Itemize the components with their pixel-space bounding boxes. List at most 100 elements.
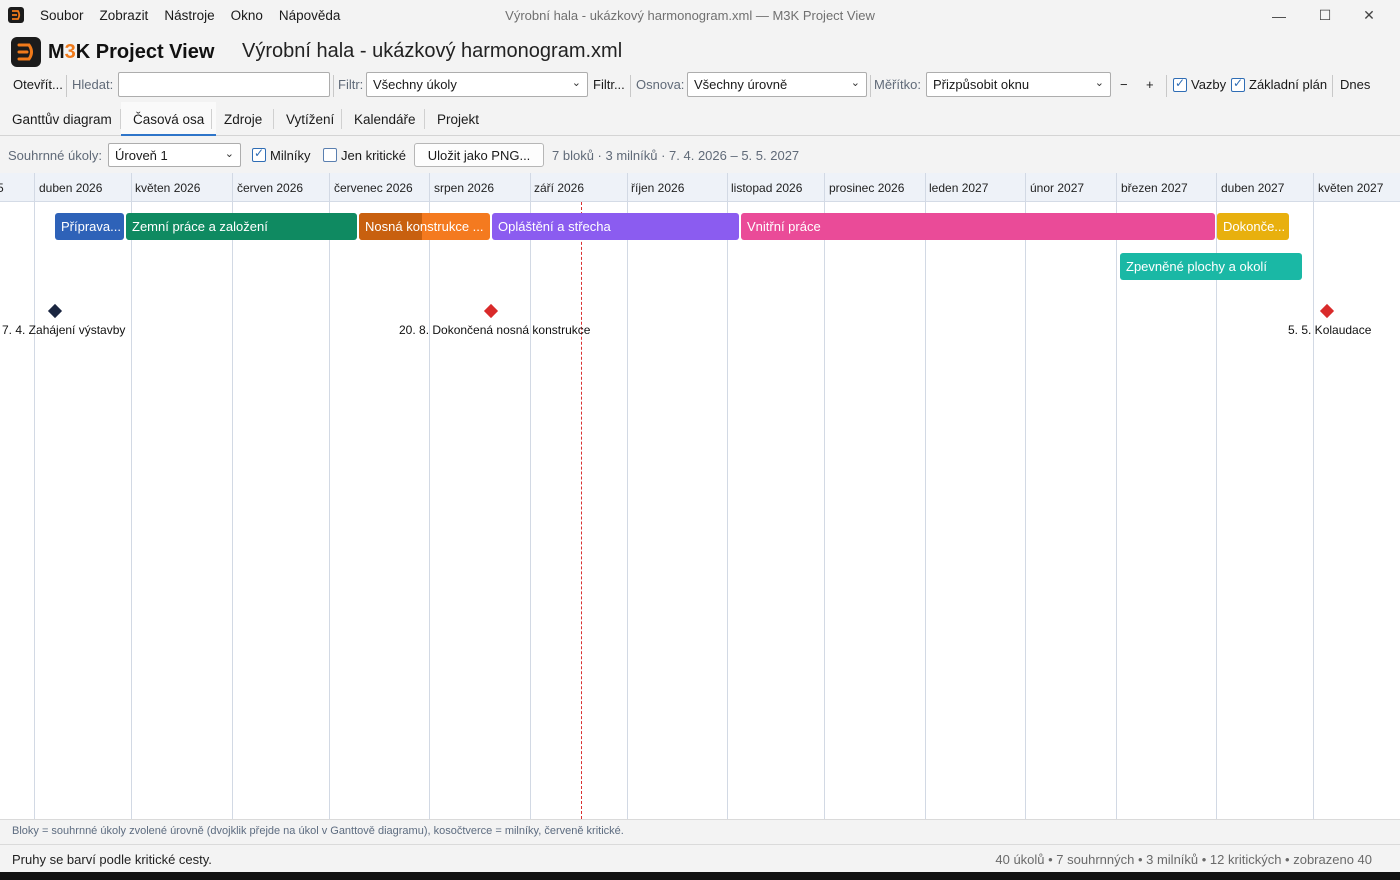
month-header: 5 duben 2026 květen 2026 červen 2026 čer… <box>0 173 1400 202</box>
file-title: Výrobní hala - ukázkový harmonogram.xml <box>242 40 623 62</box>
tab-gantt[interactable]: Ganttův diagram <box>0 102 124 136</box>
toolbar-divider <box>870 75 871 97</box>
status-counts: 40 úkolů • 7 souhrnných • 3 milníků • 12… <box>995 852 1372 867</box>
summary-block-zpevnene-plochy[interactable]: Zpevněné plochy a okolí <box>1120 253 1302 280</box>
menu-soubor[interactable]: Soubor <box>32 8 92 23</box>
month-label: květen 2027 <box>1318 181 1384 195</box>
summary-level-value: Úroveň 1 <box>115 148 168 163</box>
status-message: Pruhy se barví podle kritické cesty. <box>12 852 212 867</box>
filter-select[interactable]: Všechny úkoly ⌄ <box>366 72 588 97</box>
links-checkbox[interactable] <box>1173 76 1187 92</box>
open-button[interactable]: Otevřít... <box>13 77 63 92</box>
month-label: červenec 2026 <box>334 181 413 195</box>
menu-nastroje[interactable]: Nástroje <box>156 8 222 23</box>
view-tabs: Ganttův diagram Časová osa Zdroje Vytíže… <box>0 102 1400 136</box>
filter-label: Filtr: <box>338 77 364 92</box>
summary-block-oplasteni[interactable]: Opláštění a střecha <box>492 213 739 240</box>
month-gridline <box>1313 173 1314 819</box>
scale-select[interactable]: Přizpůsobit oknu ⌄ <box>926 72 1111 97</box>
today-button[interactable]: Dnes <box>1340 77 1370 92</box>
timeline-summary: 7 bloků · 3 milníků · 7. 4. 2026 – 5. 5.… <box>552 148 800 163</box>
milestone-label: 20. 8. Dokončená nosná konstrukce <box>399 323 591 337</box>
filter-more-button[interactable]: Filtr... <box>593 77 625 92</box>
month-label: prosinec 2026 <box>829 181 905 195</box>
zoom-in-button[interactable]: + <box>1146 77 1154 92</box>
tab-vytizeni[interactable]: Vytížení <box>274 102 346 136</box>
critical-only-checkbox[interactable] <box>323 148 337 162</box>
search-label: Hledat: <box>72 77 114 92</box>
toolbar-divider <box>630 75 631 97</box>
title-bar: Soubor Zobrazit Nástroje Okno Nápověda V… <box>0 0 1400 31</box>
milestone-diamond-zahajeni[interactable] <box>47 303 63 319</box>
outline-select[interactable]: Všechny úrovně ⌄ <box>687 72 867 97</box>
menu-zobrazit[interactable]: Zobrazit <box>92 8 157 23</box>
month-gridline <box>232 173 233 819</box>
links-label: Vazby <box>1191 77 1227 92</box>
status-bar: Pruhy se barví podle kritické cesty. 40 … <box>0 844 1400 872</box>
milestones-checkbox[interactable] <box>252 146 266 162</box>
zoom-out-button[interactable]: − <box>1120 77 1128 92</box>
toolbar-divider <box>66 75 67 97</box>
brand-name: M3K Project View <box>48 41 215 63</box>
milestone-diamond-kolaudace[interactable] <box>1319 303 1335 319</box>
save-png-button[interactable]: Uložit jako PNG... <box>414 143 544 167</box>
month-gridline <box>627 173 628 819</box>
month-gridline <box>429 173 430 819</box>
month-label: září 2026 <box>534 181 585 195</box>
toolbar-divider <box>1166 75 1167 97</box>
minimize-button[interactable]: — <box>1256 0 1302 31</box>
toolbar-divider <box>333 75 334 97</box>
month-gridline <box>925 173 926 819</box>
menu-napoveda[interactable]: Nápověda <box>271 8 349 23</box>
summary-block-zemni-prace[interactable]: Zemní práce a založení <box>126 213 357 240</box>
summary-label: Souhrnné úkoly: <box>8 148 102 163</box>
month-gridline <box>727 173 728 819</box>
month-label: říjen 2026 <box>631 181 685 195</box>
scale-value: Přizpůsobit oknu <box>933 77 1030 92</box>
summary-block-vnitrni-prace[interactable]: Vnitřní práce <box>741 213 1215 240</box>
maximize-button[interactable]: ☐ <box>1302 0 1348 31</box>
timeline-options: Souhrnné úkoly: Úroveň 1 ⌄ Milníky Jen k… <box>0 136 1400 173</box>
month-label: květen 2026 <box>135 181 201 195</box>
month-label: duben 2026 <box>39 181 103 195</box>
summary-level-select[interactable]: Úroveň 1 ⌄ <box>108 143 241 167</box>
window-bottom-edge <box>0 872 1400 880</box>
month-gridline <box>329 173 330 819</box>
month-label: duben 2027 <box>1221 181 1285 195</box>
outline-value: Všechny úrovně <box>694 77 788 92</box>
tab-casova-osa[interactable]: Časová osa <box>121 102 217 136</box>
summary-block-priprava[interactable]: Příprava... <box>55 213 124 240</box>
app-icon <box>8 7 24 23</box>
scale-label: Měřítko: <box>874 77 921 92</box>
month-gridline <box>1116 173 1117 819</box>
milestone-label: 7. 4. Zahájení výstavby <box>2 323 126 337</box>
milestone-diamond-nosna-konstrukce[interactable] <box>483 303 499 319</box>
app-logo-icon <box>11 37 41 67</box>
tab-zdroje[interactable]: Zdroje <box>212 102 274 136</box>
milestone-label: 5. 5. Kolaudace <box>1288 323 1372 337</box>
timeline-legend: Bloky = souhrnné úkoly zvolené úrovně (d… <box>0 819 1400 844</box>
month-label: březen 2027 <box>1121 181 1188 195</box>
search-input[interactable] <box>118 72 330 97</box>
close-button[interactable]: ✕ <box>1346 0 1392 31</box>
menu-bar: Soubor Zobrazit Nástroje Okno Nápověda <box>32 0 348 31</box>
baseline-checkbox[interactable] <box>1231 76 1245 92</box>
month-label: červen 2026 <box>237 181 304 195</box>
timeline-canvas[interactable]: 5 duben 2026 květen 2026 červen 2026 čer… <box>0 173 1400 819</box>
month-label: 5 <box>0 181 4 195</box>
month-label: listopad 2026 <box>731 181 803 195</box>
chevron-down-icon: ⌄ <box>571 77 581 89</box>
tab-kalendare[interactable]: Kalendáře <box>342 102 428 136</box>
toolbar: Otevřít... Hledat: Filtr: Všechny úkoly … <box>0 71 1400 102</box>
month-label: únor 2027 <box>1030 181 1085 195</box>
summary-block-dokonceni[interactable]: Dokonče... <box>1217 213 1289 240</box>
month-gridline <box>530 173 531 819</box>
menu-okno[interactable]: Okno <box>223 8 271 23</box>
critical-only-label: Jen kritické <box>341 148 407 163</box>
tab-projekt[interactable]: Projekt <box>425 102 491 136</box>
summary-block-nosna-konstrukce[interactable]: Nosná konstrukce ... <box>359 213 490 240</box>
month-gridline <box>34 173 35 819</box>
month-label: srpen 2026 <box>434 181 495 195</box>
app-header: M3K Project View Výrobní hala - ukázkový… <box>0 31 1400 71</box>
outline-label: Osnova: <box>636 77 685 92</box>
